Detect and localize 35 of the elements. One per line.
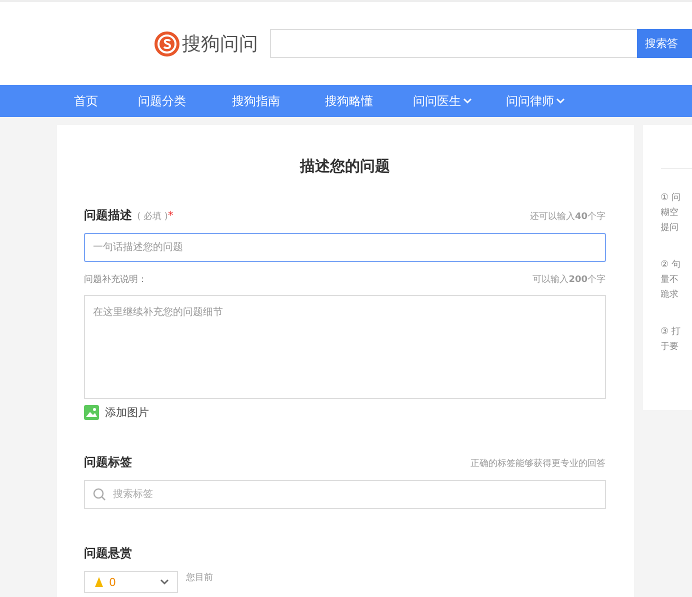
logo-text: 搜狗问问 — [182, 32, 258, 56]
required-mark: * — [168, 209, 174, 222]
tags-note: 正确的标签能够获得更专业的回答 — [470, 458, 606, 470]
nav-link[interactable]: 问题分类 — [138, 92, 232, 110]
question-field[interactable]: 一句话描述您的问题 — [84, 233, 606, 262]
field-label: 问题补充说明： — [84, 274, 147, 286]
search-icon — [93, 488, 106, 501]
nav-link[interactable]: 搜狗指南 — [232, 92, 325, 110]
details-field[interactable]: 在这里继续补充您的问题细节 — [84, 295, 606, 399]
caret-icon — [556, 98, 565, 104]
caret-icon — [463, 98, 472, 104]
field-label: 问题悬赏 — [84, 545, 132, 562]
character-counter: 还可以输入40个字 — [530, 210, 606, 223]
logo-icon — [154, 30, 180, 56]
tip-text: ③ 打 于要 — [660, 326, 682, 354]
nav-link[interactable]: 问问医生 — [413, 92, 506, 110]
nav-link[interactable]: 首页 — [74, 92, 138, 110]
nav-link[interactable]: 搜狗略懂 — [325, 92, 413, 110]
add-image-link[interactable]: 添加图片 — [84, 405, 606, 420]
reward-note: 您目前 — [186, 572, 213, 584]
required-hint: ( 必填 ) — [137, 212, 168, 222]
image-icon — [84, 405, 99, 420]
tag-search-field[interactable]: 搜索标签 — [84, 480, 606, 509]
tip-text: ② 句 量不 跪求 — [660, 258, 682, 302]
character-counter: 可以输入200个字 — [532, 274, 606, 286]
search-button[interactable]: 搜索答 — [637, 29, 692, 58]
caret-icon — [160, 579, 169, 585]
field-label: 问题标签 — [84, 454, 132, 471]
search-field[interactable] — [270, 29, 637, 58]
form-title: 描述您的问题 — [298, 157, 391, 176]
field-label: 问题描述 — [84, 208, 132, 222]
nav-link[interactable]: 问问律师 — [506, 92, 586, 110]
reward-select[interactable]: 0 — [84, 571, 178, 593]
coin-icon — [93, 576, 105, 588]
tip-text: ① 问 糊空 提问 — [660, 192, 682, 235]
